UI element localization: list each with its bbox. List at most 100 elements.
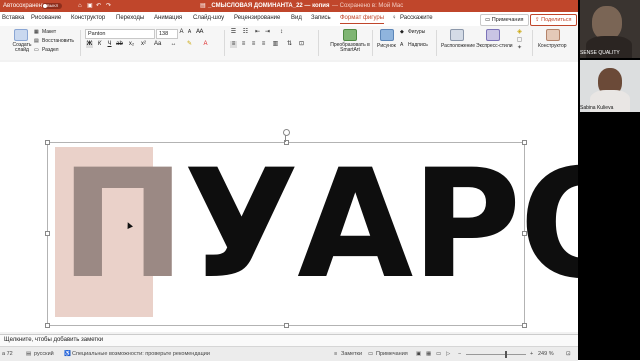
picture-icon[interactable] <box>380 29 394 41</box>
subscript-icon[interactable]: x₂ <box>128 41 135 48</box>
align-text-icon[interactable]: ⊡ <box>298 41 305 48</box>
arrange-icon[interactable] <box>450 29 464 41</box>
resize-handle[interactable] <box>45 231 50 236</box>
align-right-icon[interactable]: ≡ <box>250 41 257 48</box>
zoom-in-icon[interactable]: + <box>530 351 533 357</box>
ribbon-divider <box>224 30 225 56</box>
create-slide-label[interactable]: Создать слайд <box>12 43 32 53</box>
zoom-slider-thumb[interactable] <box>505 351 507 358</box>
tab-design[interactable]: Конструктор <box>71 15 105 21</box>
shapes-icon: ◆ <box>400 29 404 35</box>
layout-button[interactable]: Макет <box>42 29 56 35</box>
rotate-handle[interactable] <box>283 129 290 136</box>
save-icon[interactable]: ▣ <box>87 0 93 12</box>
sorter-view-icon[interactable]: ▦ <box>426 351 431 357</box>
indent-increase-icon[interactable]: ⇥ <box>264 29 271 36</box>
text-direction-icon[interactable]: ⇅ <box>286 41 293 48</box>
reset-button[interactable]: Восстановить <box>42 38 74 44</box>
ribbon: Создать слайд ▦ Макет ▤ Восстановить ▭ Р… <box>0 26 578 61</box>
columns-icon[interactable]: ▥ <box>272 41 279 48</box>
resize-handle[interactable] <box>522 140 527 145</box>
font-color-icon[interactable]: A <box>202 41 209 48</box>
font-name-select[interactable]: Panton <box>85 29 155 39</box>
arrange-button[interactable]: Расположение <box>441 43 475 49</box>
clear-format-icon[interactable]: Ꜳ <box>196 29 204 36</box>
tab-review[interactable]: Рецензирование <box>234 15 280 21</box>
section-button[interactable]: Раздел <box>42 47 59 53</box>
notes-toggle[interactable]: Заметки <box>341 351 362 357</box>
participant-2-name: Sabina Kulieva <box>580 105 614 111</box>
align-left-icon[interactable]: ≡ <box>230 41 237 48</box>
designer-button[interactable]: Конструктор <box>538 43 567 49</box>
comments-toggle[interactable]: Примечания <box>376 351 408 357</box>
decrease-font-icon[interactable]: A <box>186 29 193 36</box>
tab-shape-format[interactable]: Формат фигуры <box>340 15 385 24</box>
indent-decrease-icon[interactable]: ⇤ <box>254 29 261 36</box>
underline-icon[interactable]: Ч <box>106 41 113 48</box>
convert-smartart-button[interactable]: Преобразовать в SmartArt <box>330 43 370 53</box>
bullets-icon[interactable]: ☰ <box>230 29 237 36</box>
resize-handle[interactable] <box>522 231 527 236</box>
resize-handle[interactable] <box>45 323 50 328</box>
slideshow-view-icon[interactable]: ▷ <box>446 351 450 357</box>
home-icon[interactable]: ⌂ <box>78 0 82 12</box>
smartart-icon[interactable] <box>343 29 357 41</box>
highlight-icon[interactable]: ✎ <box>186 41 193 48</box>
normal-view-icon[interactable]: ▣ <box>416 351 421 357</box>
accessibility-status[interactable]: Специальные возможности: проверьте реком… <box>72 351 210 357</box>
comments-button[interactable]: ▭ Примечания <box>480 14 529 26</box>
align-center-icon[interactable]: ≡ <box>240 41 247 48</box>
share-button[interactable]: ⇪ Поделиться <box>530 14 577 26</box>
tab-animation[interactable]: Анимация <box>154 15 182 21</box>
quick-styles-button[interactable]: Экспресс-стили <box>476 43 513 49</box>
designer-icon[interactable] <box>546 29 560 41</box>
case-icon[interactable]: Aa <box>154 41 161 48</box>
reset-icon: ▤ <box>34 38 39 44</box>
zoom-level[interactable]: 249 % <box>538 351 554 357</box>
tab-transitions[interactable]: Переходы <box>116 15 144 21</box>
shapes-button[interactable]: Фигуры <box>408 29 425 35</box>
tab-insert[interactable]: Вставка <box>2 15 24 21</box>
font-size-select[interactable]: 138 <box>156 29 178 39</box>
zoom-slider[interactable] <box>466 354 526 355</box>
language-status[interactable]: русский <box>34 351 54 357</box>
justify-icon[interactable]: ≡ <box>260 41 267 48</box>
ribbon-divider <box>436 30 437 56</box>
resize-handle[interactable] <box>284 323 289 328</box>
reading-view-icon[interactable]: ▭ <box>436 351 441 357</box>
undo-icon[interactable]: ↶ <box>96 0 101 12</box>
italic-icon[interactable]: К <box>96 41 103 48</box>
notes-placeholder[interactable]: Щелкните, чтобы добавить заметки <box>4 337 103 343</box>
slide-counter: а 72 <box>2 351 13 357</box>
ribbon-divider <box>80 30 81 56</box>
textbox-button[interactable]: Надпись <box>408 42 428 48</box>
title-bar: Автосохранение ВЫКЛ ⌂ ▣ ↶ ↷ ▤ _СМЫСЛОВАЯ… <box>0 0 578 12</box>
accessibility-icon: ♿ <box>64 351 71 357</box>
shape-effects-icon[interactable]: ✦ <box>516 45 523 52</box>
fit-slide-icon[interactable]: ⊡ <box>566 351 571 357</box>
strikethrough-icon[interactable]: ab <box>116 41 123 48</box>
tab-record[interactable]: Запись <box>311 15 331 21</box>
zoom-out-icon[interactable]: − <box>458 351 461 357</box>
superscript-icon[interactable]: x² <box>140 41 147 48</box>
quick-styles-icon[interactable] <box>486 29 500 41</box>
shape-outline-icon[interactable]: ▢ <box>516 37 523 44</box>
new-slide-icon[interactable] <box>14 29 28 41</box>
resize-handle[interactable] <box>522 323 527 328</box>
comment-icon: ▭ <box>485 17 492 23</box>
picture-button[interactable]: Рисунок <box>377 43 396 49</box>
bold-icon[interactable]: Ж <box>86 41 93 48</box>
shape-fill-icon[interactable]: ◈ <box>516 29 523 36</box>
tab-slideshow[interactable]: Слайд-шоу <box>193 15 224 21</box>
numbering-icon[interactable]: ☷ <box>242 29 249 36</box>
tab-draw[interactable]: Рисование <box>31 15 61 21</box>
tell-me-search[interactable]: Расскажите <box>400 15 433 21</box>
document-icon: ▤ <box>200 3 206 9</box>
char-spacing-icon[interactable]: ↔ <box>170 41 177 48</box>
textbox-icon: A <box>400 42 404 48</box>
line-spacing-icon[interactable]: ↕ <box>278 29 285 36</box>
increase-font-icon[interactable]: A <box>178 29 185 36</box>
redo-icon[interactable]: ↷ <box>106 0 111 12</box>
resize-handle[interactable] <box>45 140 50 145</box>
tab-view[interactable]: Вид <box>291 15 302 21</box>
